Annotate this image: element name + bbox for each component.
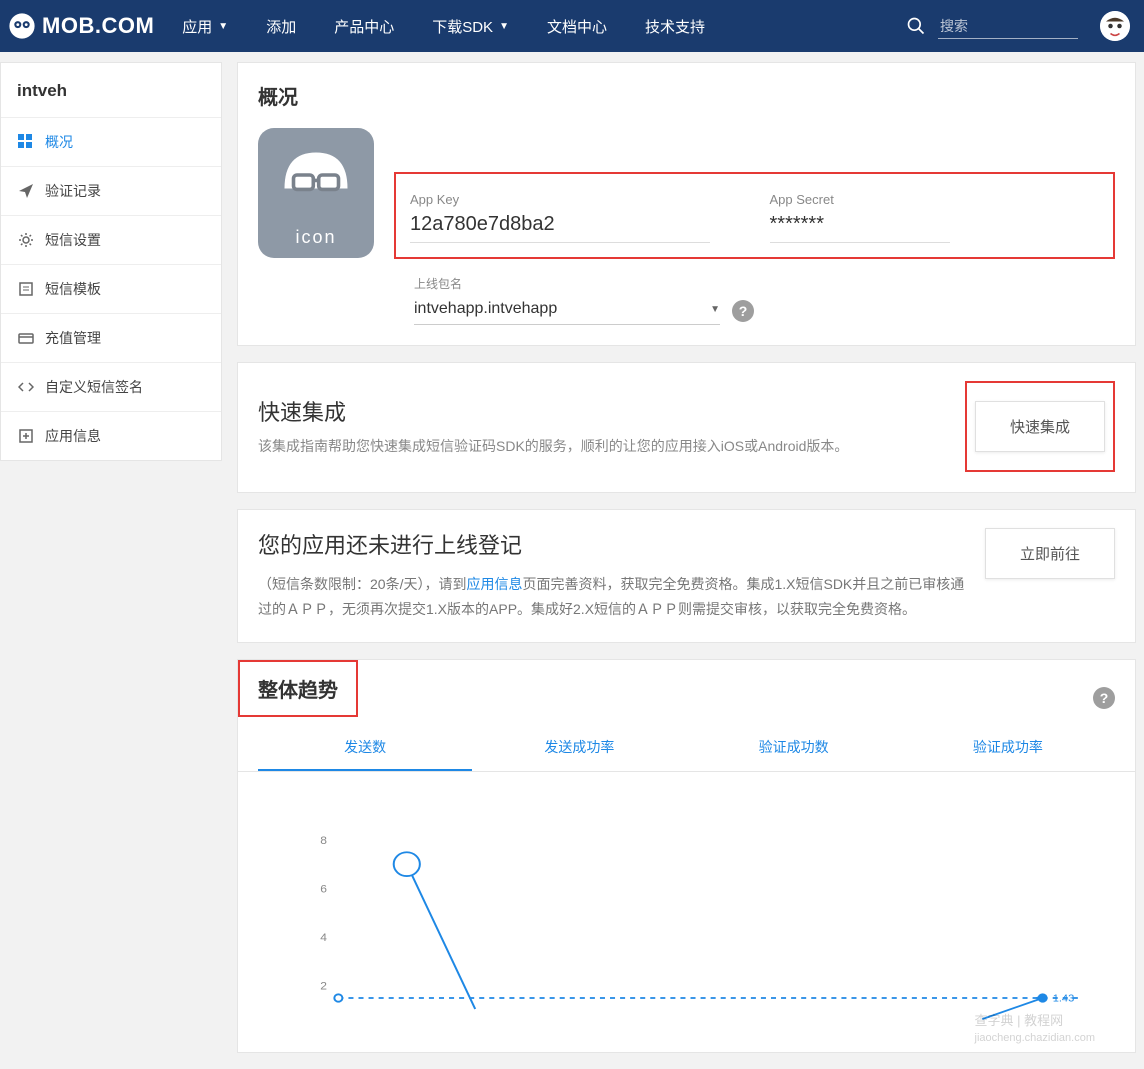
logo[interactable]: MOB.COM [8, 12, 154, 40]
quick-integration-card: 快速集成 该集成指南帮助您快速集成短信验证码SDK的服务，顺利的让您的应用接入i… [237, 362, 1136, 493]
quick-title: 快速集成 [258, 395, 965, 427]
code-icon [17, 378, 35, 396]
nav-item-add[interactable]: 添加 [266, 16, 296, 37]
nav-items: 应用▼ 添加 产品中心 下载SDK▼ 文档中心 技术支持 [182, 16, 743, 37]
sidebar-item-label: 充值管理 [45, 328, 101, 348]
app-key-value: 12a780e7d8ba2 [410, 213, 710, 243]
app-icon: icon [258, 128, 374, 258]
go-register-button[interactable]: 立即前往 [985, 528, 1115, 579]
sidebar-item-label: 短信设置 [45, 230, 101, 250]
svg-text:7: 7 [404, 859, 410, 870]
svg-text:1.43: 1.43 [1053, 993, 1075, 1004]
overview-card: 概况 icon Ap [237, 62, 1136, 346]
sidebar-item-label: 概况 [45, 132, 73, 152]
registration-card: 您的应用还未进行上线登记 （短信条数限制：20条/天），请到应用信息页面完善资料… [237, 509, 1136, 643]
tab-verify-success-count[interactable]: 验证成功数 [687, 727, 901, 771]
quick-desc: 该集成指南帮助您快速集成短信验证码SDK的服务，顺利的让您的应用接入iOS或An… [258, 435, 965, 457]
tab-verify-success-rate[interactable]: 验证成功率 [901, 727, 1115, 771]
keys-box: App Key 12a780e7d8ba2 App Secret ******* [394, 172, 1115, 259]
nav-item-apps[interactable]: 应用▼ [182, 16, 228, 37]
svg-text:4: 4 [320, 933, 327, 944]
sidebar-item-label: 验证记录 [45, 181, 101, 201]
sidebar-item-overview[interactable]: 概况 [1, 118, 221, 167]
chart: 8 6 4 2 7 1.43 [258, 772, 1115, 1052]
chevron-down-icon: ▼ [218, 21, 228, 32]
tab-send-success-rate[interactable]: 发送成功率 [472, 727, 686, 771]
sidebar-item-recharge[interactable]: 充值管理 [1, 314, 221, 363]
help-icon[interactable]: ? [1093, 687, 1115, 709]
app-secret-value: ******* [770, 213, 950, 243]
chevron-down-icon: ▼ [710, 304, 720, 315]
logo-icon [8, 12, 36, 40]
logo-text: MOB.COM [42, 13, 154, 39]
sidebar: intveh 概况 验证记录 短信设置 短信模板 充值管理 自定义短信签名 应用… [0, 62, 222, 461]
quick-integration-button[interactable]: 快速集成 [975, 401, 1105, 452]
avatar[interactable] [1100, 11, 1130, 41]
sidebar-item-custom-sign[interactable]: 自定义短信签名 [1, 363, 221, 412]
search-icon[interactable] [906, 16, 926, 36]
sidebar-item-verify[interactable]: 验证记录 [1, 167, 221, 216]
top-nav: MOB.COM 应用▼ 添加 产品中心 下载SDK▼ 文档中心 技术支持 [0, 0, 1144, 52]
pkg-value: intvehapp.intvehapp [414, 300, 557, 318]
nav-item-docs[interactable]: 文档中心 [547, 16, 607, 37]
nav-item-products[interactable]: 产品中心 [334, 16, 394, 37]
search-input[interactable] [938, 14, 1078, 39]
svg-text:6: 6 [320, 884, 327, 895]
app-key-label: App Key [410, 192, 740, 207]
gear-icon [17, 231, 35, 249]
watermark: 查字典 | 教程网 jiaocheng.chazidian.com [975, 1010, 1095, 1044]
trend-card: 整体趋势 ? 发送数 发送成功率 验证成功数 验证成功率 8 6 4 2 [237, 659, 1136, 1053]
app-info-link[interactable]: 应用信息 [466, 576, 522, 592]
dashboard-icon [17, 133, 35, 151]
reg-desc: （短信条数限制：20条/天），请到应用信息页面完善资料，获取完全免费资格。集成1… [258, 572, 965, 622]
avatar-face-icon [258, 128, 374, 221]
sidebar-item-sms-settings[interactable]: 短信设置 [1, 216, 221, 265]
plus-box-icon [17, 427, 35, 445]
help-icon[interactable]: ? [732, 300, 754, 322]
sidebar-item-sms-template[interactable]: 短信模板 [1, 265, 221, 314]
nav-item-support[interactable]: 技术支持 [645, 16, 705, 37]
sidebar-item-app-info[interactable]: 应用信息 [1, 412, 221, 460]
main: 概况 icon Ap [237, 62, 1144, 1069]
sidebar-item-label: 短信模板 [45, 279, 101, 299]
template-icon [17, 280, 35, 298]
tab-send-count[interactable]: 发送数 [258, 727, 472, 771]
reg-title: 您的应用还未进行上线登记 [258, 528, 965, 560]
svg-text:2: 2 [320, 982, 327, 993]
chevron-down-icon: ▼ [499, 21, 509, 32]
svg-text:8: 8 [320, 836, 327, 847]
overview-title: 概况 [258, 81, 1115, 110]
sidebar-title: intveh [1, 63, 221, 118]
trend-title: 整体趋势 [238, 660, 358, 717]
sidebar-item-label: 自定义短信签名 [45, 377, 143, 397]
pkg-select[interactable]: intvehapp.intvehapp ▼ [414, 296, 720, 325]
search [906, 14, 1078, 39]
pkg-label: 上线包名 [414, 275, 1115, 292]
app-icon-label: icon [258, 221, 374, 258]
card-icon [17, 329, 35, 347]
send-icon [17, 182, 35, 200]
sidebar-item-label: 应用信息 [45, 426, 101, 446]
nav-item-sdk[interactable]: 下载SDK▼ [432, 16, 509, 37]
quick-button-box: 快速集成 [965, 381, 1115, 472]
trend-tabs: 发送数 发送成功率 验证成功数 验证成功率 [238, 727, 1135, 772]
app-secret-label: App Secret [770, 192, 1100, 207]
